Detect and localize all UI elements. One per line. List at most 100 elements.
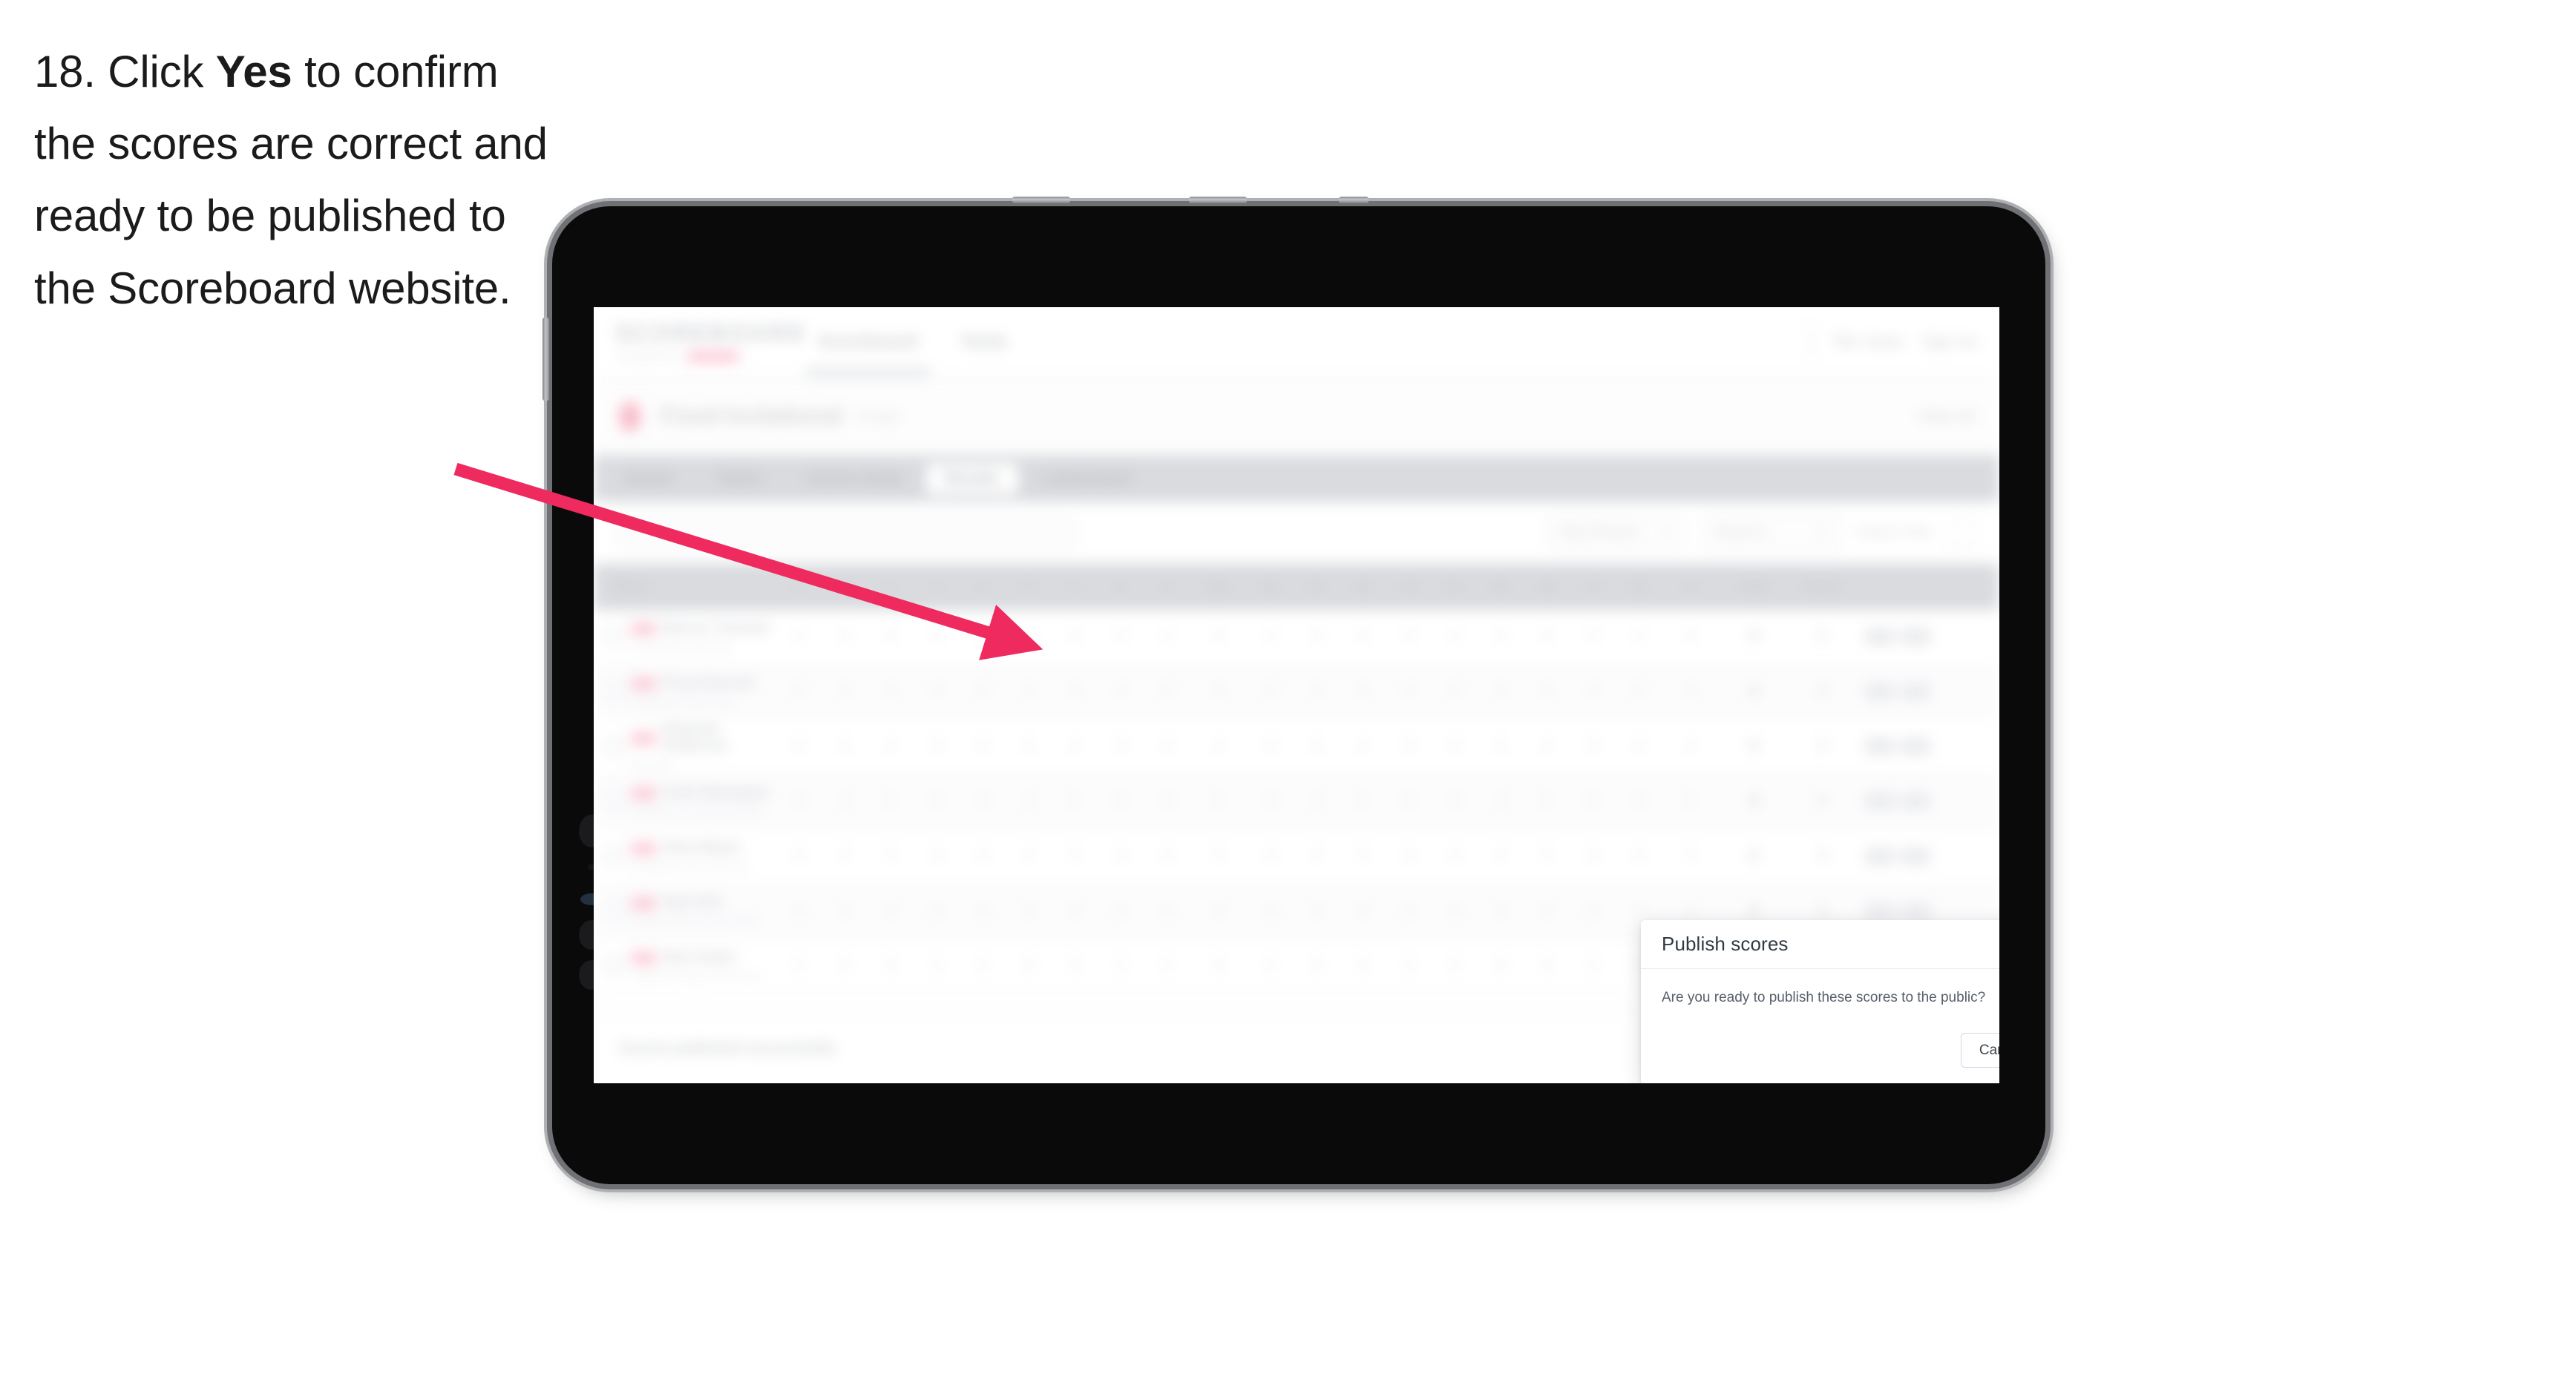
row-action-chip[interactable]: [1901, 683, 1930, 700]
score-cell[interactable]: 4: [1432, 665, 1478, 718]
score-cell[interactable]: 4: [1294, 610, 1340, 663]
score-cell[interactable]: 4: [1144, 775, 1190, 828]
column-header[interactable]: 6: [1006, 564, 1052, 610]
table-row[interactable]: Marcus Tennent Crosswinds Golf Club 4 4 4 4 4 4…: [594, 610, 1999, 665]
score-cell[interactable]: 4: [1386, 775, 1432, 828]
score-cell[interactable]: 4: [1570, 830, 1616, 883]
score-cell[interactable]: 4: [1248, 939, 1294, 993]
score-cell[interactable]: 4: [914, 665, 960, 718]
score-cell[interactable]: 4: [1098, 665, 1144, 718]
score-cell[interactable]: 4: [1190, 830, 1248, 883]
score-cell[interactable]: 4: [1340, 610, 1386, 663]
tab-course-setup[interactable]: Course Setup: [786, 464, 921, 494]
score-cell[interactable]: 4: [1570, 939, 1616, 993]
score-cell[interactable]: 4: [1340, 665, 1386, 718]
row-actions[interactable]: [1856, 720, 1939, 773]
score-cell[interactable]: 4: [1570, 884, 1616, 938]
row-actions[interactable]: [1856, 775, 1939, 828]
score-cell[interactable]: 4: [1294, 720, 1340, 773]
app-logo[interactable]: SCOREBOARD POWERED BY: [616, 322, 804, 362]
row-action-chip[interactable]: [1865, 628, 1895, 645]
score-cell[interactable]: 4: [1340, 884, 1386, 938]
score-cell[interactable]: 4: [1248, 610, 1294, 663]
score-cell[interactable]: 4: [868, 775, 914, 828]
score-cell[interactable]: 4: [1098, 830, 1144, 883]
score-cell[interactable]: 4: [1478, 610, 1524, 663]
score-cell[interactable]: 4: [1190, 610, 1248, 663]
score-cell[interactable]: 4: [1052, 720, 1098, 773]
row-checkbox[interactable]: [604, 627, 623, 646]
row-action-chip[interactable]: [1865, 903, 1895, 919]
nav-item-scoreboard[interactable]: Scoreboard: [804, 332, 931, 378]
nav-user-name[interactable]: Tiler Jones: [1832, 334, 1904, 351]
score-cell[interactable]: 4: [822, 720, 868, 773]
row-checkbox[interactable]: [604, 737, 623, 756]
score-cell[interactable]: 4: [1294, 830, 1340, 883]
score-cell[interactable]: 4: [1788, 830, 1856, 883]
score-cell[interactable]: 4: [1248, 884, 1294, 938]
row-action-chip[interactable]: [1901, 628, 1930, 645]
column-header[interactable]: Out: [1190, 564, 1248, 610]
score-cell[interactable]: 4: [1098, 720, 1144, 773]
score-cell[interactable]: 4: [914, 610, 960, 663]
score-cell[interactable]: 4: [1386, 939, 1432, 993]
score-cell[interactable]: 4: [868, 665, 914, 718]
table-row[interactable]: Alina Mayer Brookfield Park Golf Club 4 4 4 4…: [594, 830, 1999, 884]
score-cell[interactable]: 4: [1432, 720, 1478, 773]
score-cell[interactable]: 4: [960, 830, 1006, 883]
export-view-link[interactable]: Export View: [1858, 525, 1933, 541]
row-action-chip[interactable]: [1865, 738, 1895, 755]
score-cell[interactable]: 4: [1662, 775, 1720, 828]
score-cell[interactable]: 4: [914, 775, 960, 828]
score-cell[interactable]: 4: [1720, 720, 1788, 773]
score-cell[interactable]: 4: [822, 830, 868, 883]
score-cell[interactable]: 4: [1386, 610, 1432, 663]
score-cell[interactable]: 4: [1006, 720, 1052, 773]
score-cell[interactable]: 4: [1006, 884, 1052, 938]
score-cell[interactable]: 4: [960, 665, 1006, 718]
score-cell[interactable]: 4: [1616, 665, 1662, 718]
score-cell[interactable]: 4: [1432, 610, 1478, 663]
score-cell[interactable]: 4: [1052, 775, 1098, 828]
score-cell[interactable]: 4: [1098, 939, 1144, 993]
column-header[interactable]: Points: [1788, 564, 1856, 610]
score-cell[interactable]: 4: [1098, 775, 1144, 828]
score-cell[interactable]: 4: [868, 720, 914, 773]
table-row[interactable]: Deborah Anderson Red Oak 4 4 4 4 4 4 4 4 4 4 4 4 4 4 4 4 4…: [594, 720, 1999, 775]
score-cell[interactable]: 4: [1662, 830, 1720, 883]
score-cell[interactable]: 4: [914, 720, 960, 773]
score-cell[interactable]: 4: [1248, 720, 1294, 773]
score-cell[interactable]: 4: [1052, 884, 1098, 938]
score-cell[interactable]: 4: [1190, 665, 1248, 718]
row-checkbox[interactable]: [604, 956, 623, 976]
score-cell[interactable]: 4: [960, 610, 1006, 663]
score-cell[interactable]: 4: [822, 610, 868, 663]
score-cell[interactable]: 4: [1432, 939, 1478, 993]
column-header[interactable]: 2: [822, 564, 868, 610]
row-actions[interactable]: [1856, 610, 1939, 663]
score-cell[interactable]: 4: [1524, 610, 1570, 663]
score-cell[interactable]: 4: [1524, 939, 1570, 993]
top-button-1[interactable]: [1012, 197, 1070, 203]
score-cell[interactable]: 4: [1478, 665, 1524, 718]
score-cell[interactable]: 4: [1432, 884, 1478, 938]
score-cell[interactable]: 4: [1340, 720, 1386, 773]
score-cell[interactable]: 4: [1616, 830, 1662, 883]
tab-details[interactable]: Details: [606, 464, 693, 494]
nav-signout-link[interactable]: Sign out: [1923, 334, 1977, 351]
row-action-chip[interactable]: [1865, 793, 1895, 809]
score-cell[interactable]: 4: [776, 720, 822, 773]
column-header[interactable]: 18: [1616, 564, 1662, 610]
score-cell[interactable]: 4: [1478, 830, 1524, 883]
cancel-button[interactable]: Cancel: [1960, 1033, 1999, 1068]
score-cell[interactable]: 4: [776, 610, 822, 663]
column-header[interactable]: 11: [1294, 564, 1340, 610]
score-cell[interactable]: 4: [1144, 884, 1190, 938]
column-header[interactable]: 4: [914, 564, 960, 610]
row-checkbox[interactable]: [604, 847, 623, 866]
row-action-chip[interactable]: [1901, 793, 1930, 809]
score-cell[interactable]: 4: [1144, 665, 1190, 718]
score-cell[interactable]: 4: [1340, 830, 1386, 883]
score-cell[interactable]: 4: [822, 939, 868, 993]
score-cell[interactable]: 4: [1248, 665, 1294, 718]
